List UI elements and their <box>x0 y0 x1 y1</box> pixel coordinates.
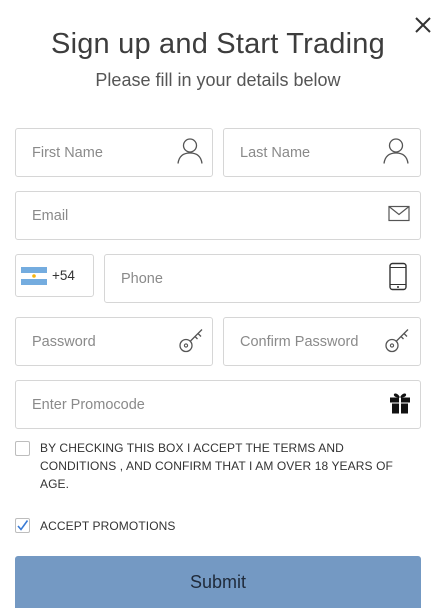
mobile-phone-icon <box>388 262 408 295</box>
page-subtitle: Please fill in your details below <box>95 70 341 90</box>
page-title: Sign up and Start Trading <box>51 28 385 60</box>
argentina-flag-icon <box>21 266 47 285</box>
gift-icon <box>389 390 411 419</box>
confirm-password-placeholder: Confirm Password <box>240 333 359 350</box>
last-name-placeholder: Last Name <box>240 144 311 161</box>
envelope-icon <box>388 205 410 226</box>
first-name-field[interactable]: First Name <box>15 128 213 177</box>
key-icon <box>383 324 413 359</box>
country-code: +54 <box>52 268 75 283</box>
submit-button[interactable]: Submit <box>15 556 421 608</box>
checkmark-icon <box>17 520 29 531</box>
terms-label: BY CHECKING THIS BOX I ACCEPT THE TERMS … <box>40 441 393 491</box>
user-icon <box>175 135 205 170</box>
email-placeholder: Email <box>32 207 69 224</box>
promocode-placeholder: Enter Promocode <box>32 396 145 413</box>
password-field[interactable]: Password <box>15 317 213 366</box>
promotions-label: ACCEPT PROMOTIONS <box>40 519 176 533</box>
password-placeholder: Password <box>32 333 96 350</box>
terms-checkbox[interactable] <box>15 441 30 456</box>
country-code-select[interactable]: +54 <box>15 254 94 297</box>
phone-field[interactable]: Phone <box>104 254 421 303</box>
last-name-field[interactable]: Last Name <box>223 128 421 177</box>
phone-placeholder: Phone <box>121 270 163 287</box>
key-icon <box>177 324 207 359</box>
user-icon <box>381 135 411 170</box>
confirm-password-field[interactable]: Confirm Password <box>223 317 421 366</box>
email-field[interactable]: Email <box>15 191 421 240</box>
promocode-field[interactable]: Enter Promocode <box>15 380 421 429</box>
first-name-placeholder: First Name <box>32 144 103 161</box>
promotions-checkbox[interactable] <box>15 518 30 533</box>
